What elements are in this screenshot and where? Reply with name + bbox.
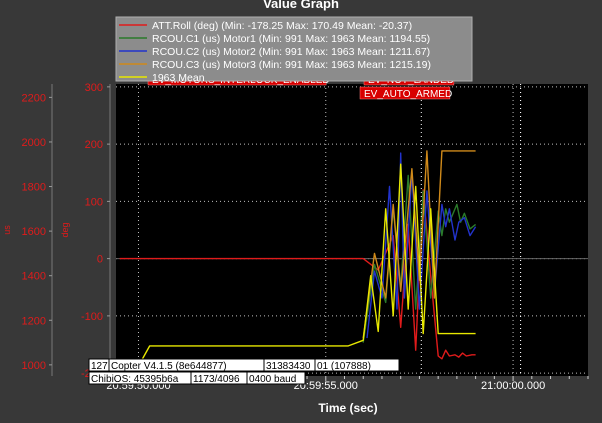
left-tick-label: 1400	[22, 271, 46, 283]
x-axis-label: Time (sec)	[318, 401, 377, 415]
legend-entry-label[interactable]: RCOU.C1 (us) Motor1 (Min: 991 Max: 1963 …	[152, 33, 430, 45]
left-tick-label: 1000	[22, 360, 46, 372]
info-text: ChibiOS: 45395b6a	[91, 374, 179, 385]
deg-tick-label: 200	[85, 139, 103, 151]
left-tick-label: 1200	[22, 315, 46, 327]
info-text: Copter V4.1.5 (8e644877)	[111, 361, 227, 372]
info-text: 127	[91, 361, 108, 372]
legend[interactable]: ATT.Roll (deg) (Min: -178.25 Max: 170.49…	[115, 16, 473, 84]
graph-window: Value Graph 1000 1200 1400 1600 1800 2000 2200…	[0, 0, 602, 418]
legend-entry-label[interactable]: ATT.Roll (deg) (Min: -178.25 Max: 170.49…	[152, 20, 412, 32]
deg-tick-label: 0	[97, 254, 103, 266]
left-tick-label: 2000	[22, 137, 46, 149]
legend-entry-label[interactable]: RCOU.C2 (us) Motor2 (Min: 991 Max: 1963 …	[152, 46, 430, 58]
deg-tick-label: 100	[85, 196, 103, 208]
x-tick-label: 21:00:00.000	[481, 380, 545, 392]
info-text: 1173/4096	[193, 374, 240, 385]
right-axis-label: deg	[60, 222, 70, 237]
left-tick-label: 1600	[22, 226, 46, 238]
left-axis-label: us	[2, 225, 12, 235]
deg-tick-label: -100	[81, 311, 103, 323]
legend-entry-label[interactable]: RCOU.C3 (us) Motor3 (Min: 991 Max: 1963 …	[152, 59, 431, 71]
legend-entry-label[interactable]: 1963 Mean	[152, 72, 205, 84]
event-label: EV_AUTO_ARMED	[364, 89, 452, 100]
info-text: 0400 baud	[249, 374, 296, 385]
left-tick-label: 2200	[22, 92, 46, 104]
left-tick-label: 1800	[22, 182, 46, 194]
chart-title: Value Graph	[263, 0, 339, 11]
value-graph-chart: Value Graph 1000120014001600180020002200…	[0, 0, 602, 418]
plot-area	[116, 84, 588, 376]
info-text: 01 (107888)	[317, 361, 371, 372]
deg-tick-label: 300	[85, 82, 103, 94]
info-text: 31383430	[266, 361, 311, 372]
